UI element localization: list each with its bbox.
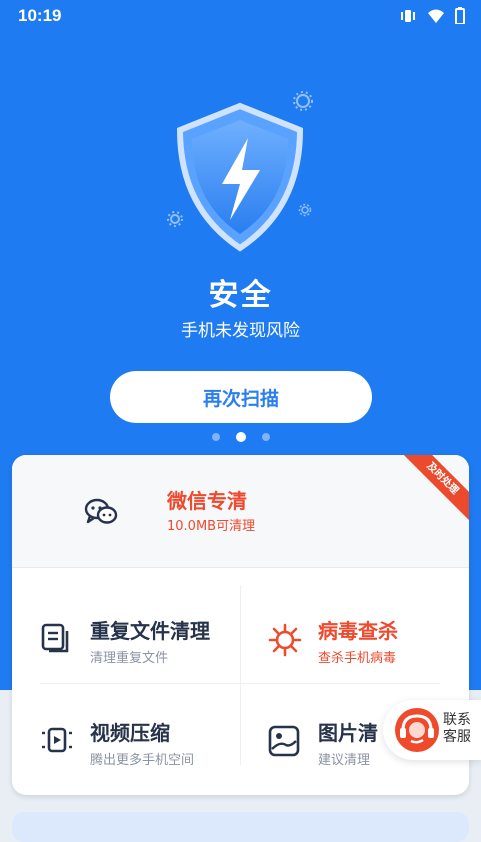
- feature-subtitle: 清理重复文件: [90, 651, 169, 666]
- duplicate-files-item[interactable]: 重复文件清理 清理重复文件: [12, 585, 232, 685]
- scan-status-subtitle: 手机未发现风险: [181, 321, 300, 341]
- contact-line1: 联系: [443, 712, 471, 728]
- wechat-clean-item[interactable]: 微信专清 10.0MB可清理 及时处理: [12, 455, 469, 568]
- feature-subtitle: 建议清理: [318, 753, 371, 768]
- feature-title: 图片清: [318, 721, 378, 745]
- page-dot: [261, 433, 270, 441]
- support-agent-icon: [393, 706, 441, 754]
- virus-icon: [268, 623, 302, 661]
- feature-title: 病毒查杀: [318, 619, 398, 643]
- feature-subtitle: 腾出更多手机空间: [90, 753, 195, 768]
- rescan-button[interactable]: 再次扫描: [110, 371, 372, 423]
- battery-icon: [455, 7, 465, 24]
- contact-support-button[interactable]: 联系 客服: [383, 700, 481, 760]
- video-compress-item[interactable]: 视频压缩 腾出更多手机空间: [12, 687, 232, 787]
- urgent-ribbon: 及时处理: [396, 455, 469, 525]
- video-compress-icon: [40, 725, 74, 759]
- vibrate-icon: [399, 8, 417, 24]
- wifi-icon: [427, 8, 445, 24]
- page-dot-active: [235, 432, 246, 442]
- page-indicator: [0, 432, 481, 442]
- wechat-clean-title: 微信专清: [167, 489, 247, 513]
- scan-status-title: 安全: [208, 278, 273, 313]
- wechat-clean-subtitle: 10.0MB可清理: [167, 519, 256, 534]
- contact-line2: 客服: [443, 729, 471, 745]
- shield-icon: [160, 98, 320, 258]
- feature-subtitle: 查杀手机病毒: [318, 651, 397, 666]
- duplicate-files-icon: [40, 623, 70, 657]
- status-bar: 10:19: [0, 0, 481, 34]
- image-clean-icon: [268, 725, 300, 761]
- status-time: 10:19: [18, 6, 62, 25]
- next-card-peek: [12, 812, 469, 842]
- status-icons: [399, 7, 465, 24]
- virus-scan-item[interactable]: 病毒查杀 查杀手机病毒: [240, 585, 460, 685]
- page-dot: [211, 433, 220, 441]
- feature-title: 重复文件清理: [90, 619, 210, 643]
- wechat-icon: [84, 497, 118, 531]
- feature-title: 视频压缩: [90, 721, 170, 745]
- contact-support-label: 联系 客服: [443, 712, 471, 746]
